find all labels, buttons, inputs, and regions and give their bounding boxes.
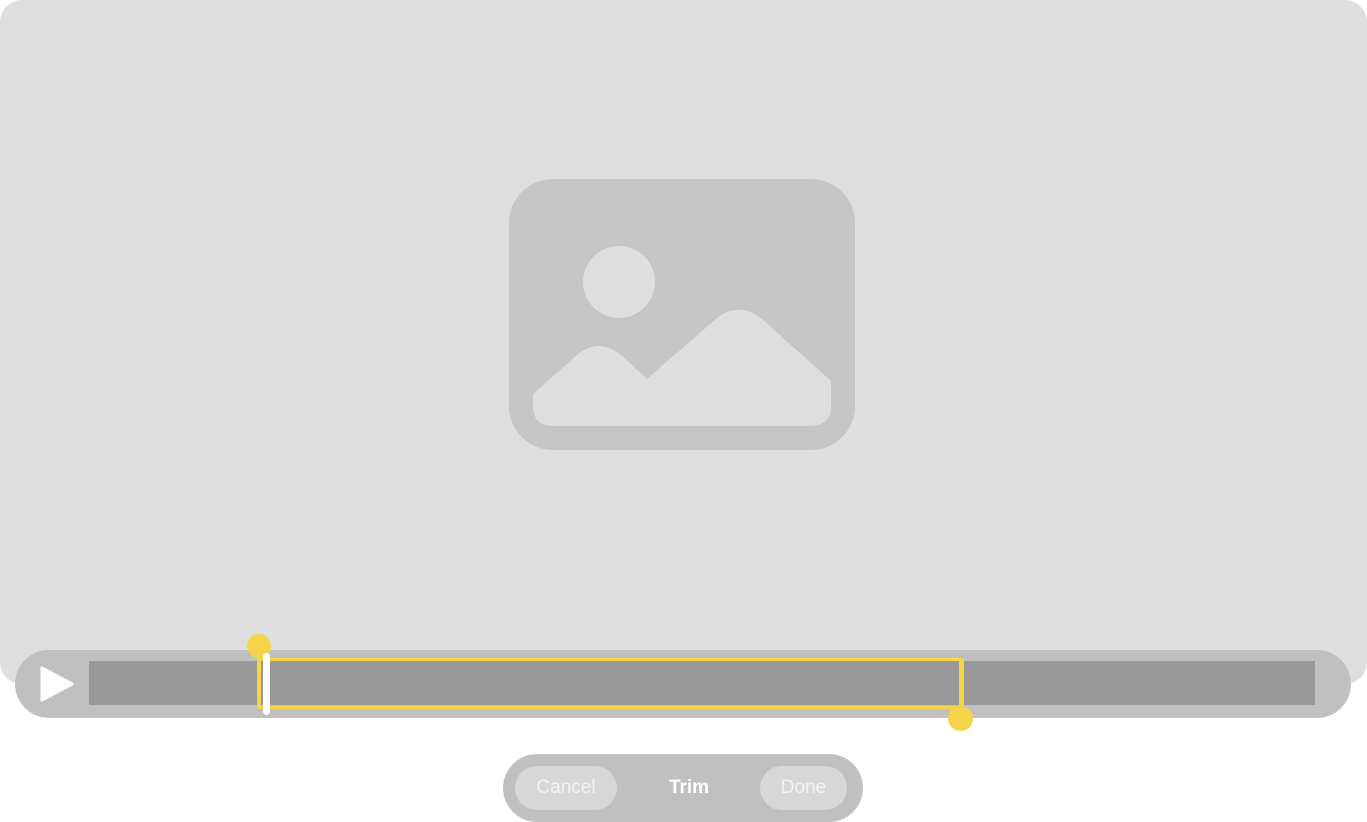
trim-end-handle[interactable]	[948, 706, 973, 731]
play-icon[interactable]	[36, 664, 76, 704]
trim-selection	[258, 658, 964, 709]
toolbar-title: Trim	[668, 777, 710, 798]
playhead[interactable]	[263, 653, 270, 715]
video-preview	[0, 0, 1367, 684]
image-placeholder-icon	[509, 179, 855, 450]
trim-editor: Cancel Trim Done	[0, 0, 1367, 822]
done-button[interactable]: Done	[760, 766, 847, 810]
cancel-button[interactable]: Cancel	[515, 766, 617, 810]
